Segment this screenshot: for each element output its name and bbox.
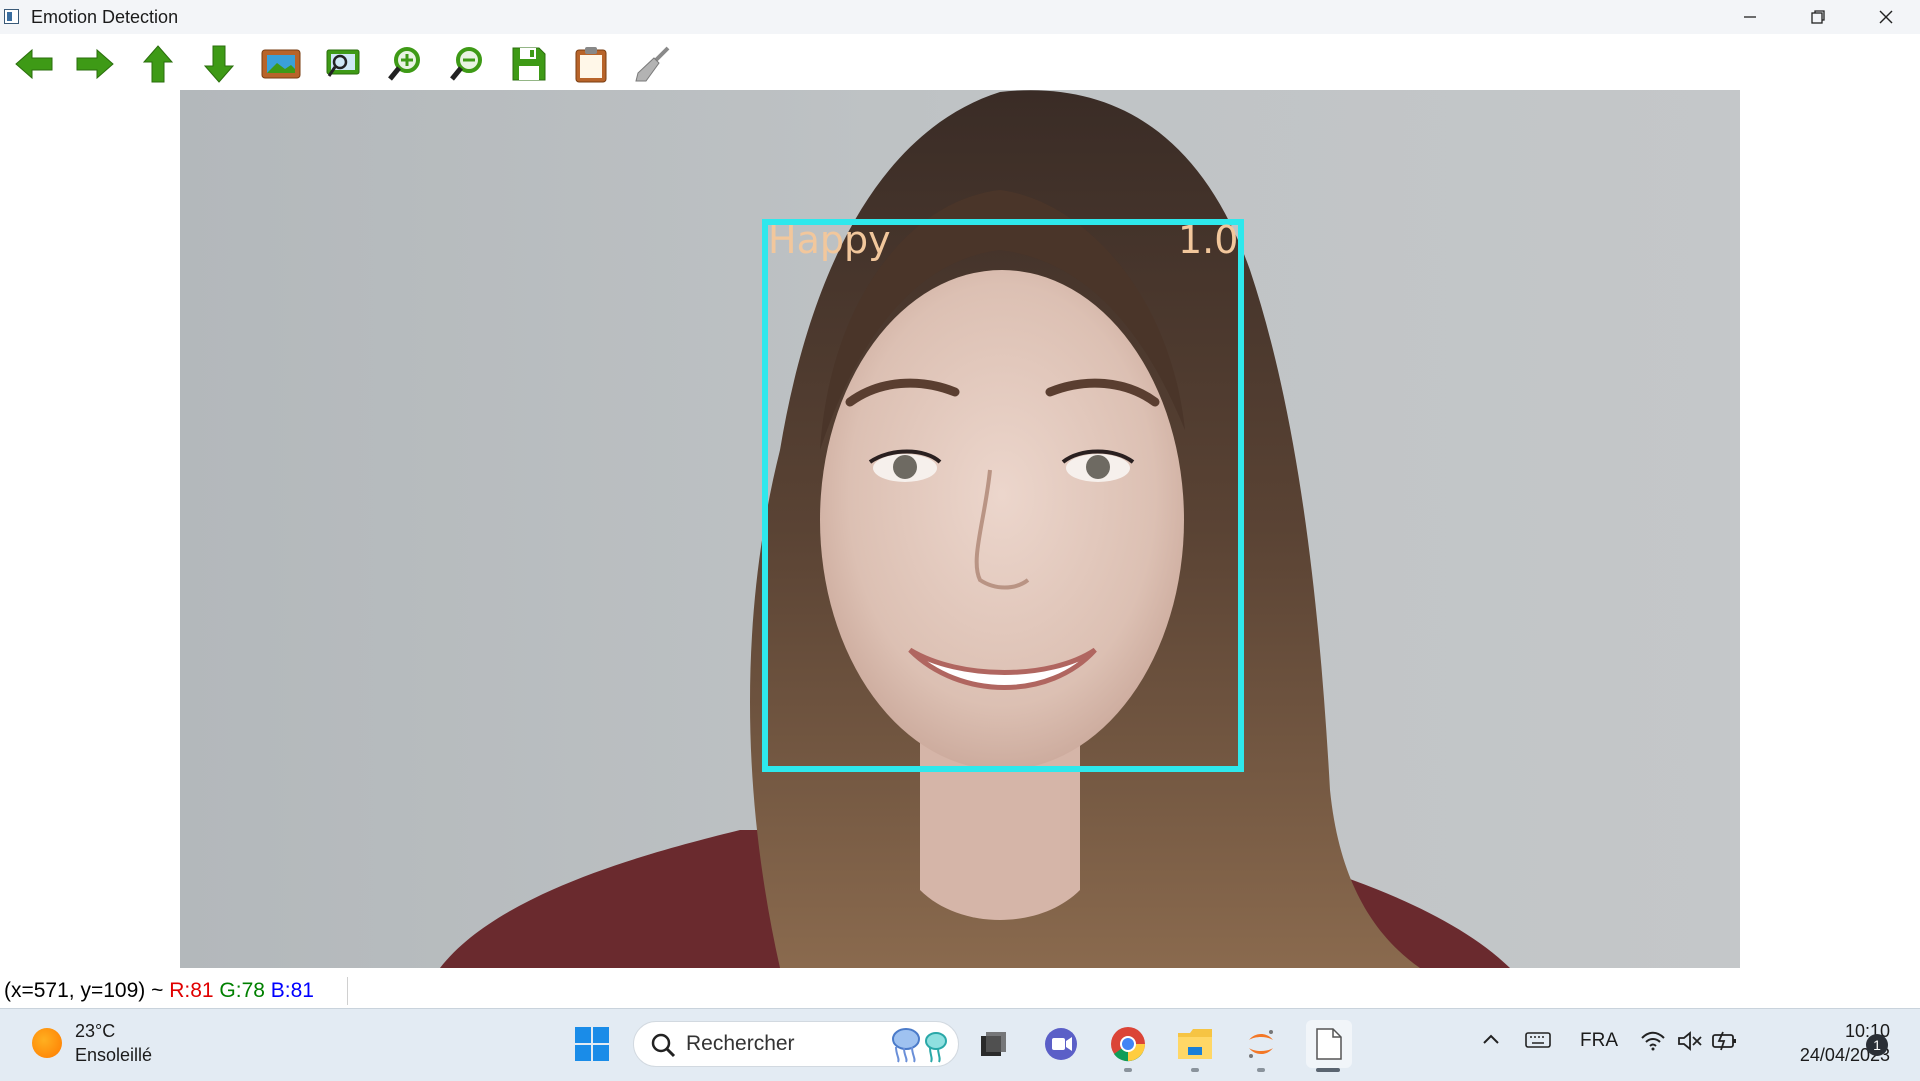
tray-volume[interactable] [1677,1030,1703,1058]
window-title: Emotion Detection [31,7,179,27]
tray-keyboard[interactable] [1525,1030,1551,1056]
blue-value: B:81 [270,979,314,1002]
taskbar-document[interactable] [1306,1020,1352,1068]
pan-up-button[interactable] [136,42,180,86]
zoom-in-button[interactable] [383,42,427,86]
search-placeholder: Rechercher [686,1032,795,1055]
weather-description[interactable]: Ensoleillé [75,1045,152,1066]
face-bounding-box [762,219,1244,772]
confidence-score: 1.0 [1178,218,1239,262]
tray-battery[interactable] [1711,1030,1739,1058]
chevron-up-icon [1483,1034,1499,1044]
volume-muted-icon [1678,1031,1702,1051]
jellyfish-icon [892,1028,947,1063]
start-button[interactable] [574,1026,610,1062]
jupyter-running-indicator [1257,1068,1265,1072]
taskbar-jupyter[interactable] [1241,1024,1281,1064]
image-view[interactable]: Happy 1.0 [180,90,1740,968]
teams-icon [1045,1028,1077,1060]
zoom-out-icon [450,47,482,81]
taskbar-task-view[interactable] [973,1024,1013,1064]
document-active-indicator [1316,1068,1340,1072]
restore-button[interactable] [1784,0,1852,34]
restore-icon [1811,10,1825,24]
clipboard-icon [575,47,607,83]
copy-button[interactable] [569,42,613,86]
notification-badge[interactable]: 1 [1866,1034,1888,1056]
pan-left-button[interactable] [12,42,56,86]
chrome-icon [1111,1027,1145,1062]
save-icon [512,47,546,81]
pan-right-button[interactable] [73,42,117,86]
file-explorer-icon [1178,1029,1212,1059]
close-icon [1879,10,1893,24]
fit-image-button[interactable] [259,42,303,86]
language-indicator[interactable]: FRA [1580,1030,1618,1052]
start-icon [575,1027,609,1061]
tray-wifi[interactable] [1640,1030,1666,1058]
document-icon [1316,1028,1342,1060]
zoom-in-icon [388,47,420,81]
minimize-button[interactable] [1716,0,1784,34]
save-button[interactable] [507,42,551,86]
chrome-running-indicator [1124,1068,1132,1072]
taskbar-teams[interactable] [1041,1024,1081,1064]
brush-icon [635,46,670,82]
pixel-info: (x=571, y=109) ~ R:81 G:78 B:81 [4,979,314,1003]
arrow-down-icon [203,45,235,83]
arrow-left-icon [15,48,53,80]
minimize-icon [1744,16,1756,18]
weather-temperature[interactable]: 23°C [75,1021,115,1042]
cursor-coords: (x=571, y=109) ~ [4,979,164,1002]
taskbar-file-explorer[interactable] [1175,1024,1215,1064]
zoom-out-button[interactable] [445,42,489,86]
close-button[interactable] [1852,0,1920,34]
tray-overflow-button[interactable] [1481,1030,1501,1056]
jupyter-icon [1249,1030,1273,1058]
zoom-fit-button[interactable] [321,42,365,86]
taskbar-chrome[interactable] [1108,1024,1148,1064]
pan-down-button[interactable] [197,42,241,86]
image-icon [261,49,301,79]
app-icon [4,9,19,24]
status-bar: (x=571, y=109) ~ R:81 G:78 B:81 [0,975,1920,1007]
task-view-icon [981,1032,1006,1056]
taskbar [0,1008,1920,1081]
arrow-right-icon [76,48,114,80]
weather-sun-icon[interactable] [32,1028,62,1058]
battery-charging-icon [1712,1031,1736,1051]
status-separator [347,977,348,1005]
zoom-fit-icon [326,49,360,77]
explorer-running-indicator [1191,1068,1199,1072]
taskbar-search[interactable] [633,1021,959,1067]
clear-button[interactable] [630,42,674,86]
emotion-label: Happy [768,218,891,262]
title-bar: Emotion Detection [0,0,1920,34]
green-value: G:78 [219,979,265,1002]
red-value: R:81 [169,979,214,1002]
arrow-up-icon [142,45,174,83]
keyboard-icon [1525,1032,1551,1048]
wifi-icon [1641,1031,1665,1051]
search-icon [651,1033,676,1058]
